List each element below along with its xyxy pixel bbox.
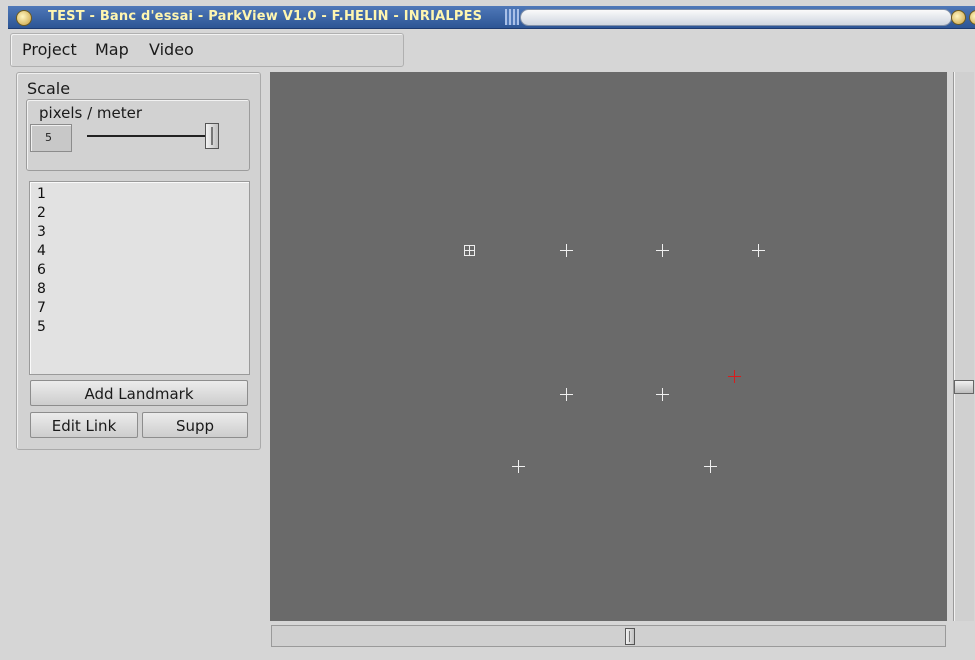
scale-value: 5: [45, 131, 52, 144]
scale-value-field[interactable]: 5: [30, 124, 72, 152]
list-item[interactable]: 7: [37, 299, 46, 318]
scale-panel: Scale pixels / meter 5 1 2 3 4 6 8 7 5 A…: [16, 72, 261, 450]
cross-icon[interactable]: [656, 244, 669, 257]
edit-link-button[interactable]: Edit Link: [30, 412, 138, 438]
pixels-per-meter-label: pixels / meter: [39, 104, 143, 122]
maximize-icon[interactable]: [969, 10, 975, 25]
list-item[interactable]: 6: [37, 261, 46, 280]
list-item[interactable]: 3: [37, 223, 46, 242]
red-cross-icon[interactable]: [728, 370, 741, 383]
titlebar-grip: [505, 9, 519, 25]
landmark-list[interactable]: 1 2 3 4 6 8 7 5: [29, 181, 250, 375]
supp-button[interactable]: Supp: [142, 412, 248, 438]
horizontal-scrollbar-thumb[interactable]: [625, 628, 635, 645]
cross-icon[interactable]: [752, 244, 765, 257]
list-item[interactable]: 1: [37, 185, 46, 204]
cross-icon[interactable]: [560, 244, 573, 257]
horizontal-scrollbar[interactable]: [271, 625, 946, 647]
square-landmark-icon[interactable]: [464, 245, 475, 256]
cross-icon[interactable]: [656, 388, 669, 401]
scale-slider-thumb[interactable]: [205, 123, 219, 149]
titlebar-fill: [520, 9, 952, 26]
window-menu-icon[interactable]: [16, 10, 32, 26]
menu-video[interactable]: Video: [149, 40, 194, 59]
list-item[interactable]: 2: [37, 204, 46, 223]
scale-title: Scale: [27, 79, 71, 98]
list-item[interactable]: 8: [37, 280, 46, 299]
add-landmark-button[interactable]: Add Landmark: [30, 380, 248, 406]
vertical-scrollbar-thumb[interactable]: [954, 380, 974, 394]
window-title: TEST - Banc d'essai - ParkView V1.0 - F.…: [48, 9, 483, 24]
menu-map[interactable]: Map: [95, 40, 129, 59]
vertical-scrollbar[interactable]: [953, 72, 974, 621]
window-titlebar[interactable]: TEST - Banc d'essai - ParkView V1.0 - F.…: [8, 6, 975, 29]
list-item[interactable]: 4: [37, 242, 46, 261]
menu-project[interactable]: Project: [22, 40, 77, 59]
cross-icon[interactable]: [560, 388, 573, 401]
cross-icon[interactable]: [704, 460, 717, 473]
cross-icon[interactable]: [512, 460, 525, 473]
scale-slider-track[interactable]: [87, 135, 207, 137]
menubar: Project Map Video: [10, 33, 404, 67]
minimize-icon[interactable]: [951, 10, 966, 25]
map-canvas[interactable]: [270, 72, 947, 621]
list-item[interactable]: 5: [37, 318, 46, 337]
